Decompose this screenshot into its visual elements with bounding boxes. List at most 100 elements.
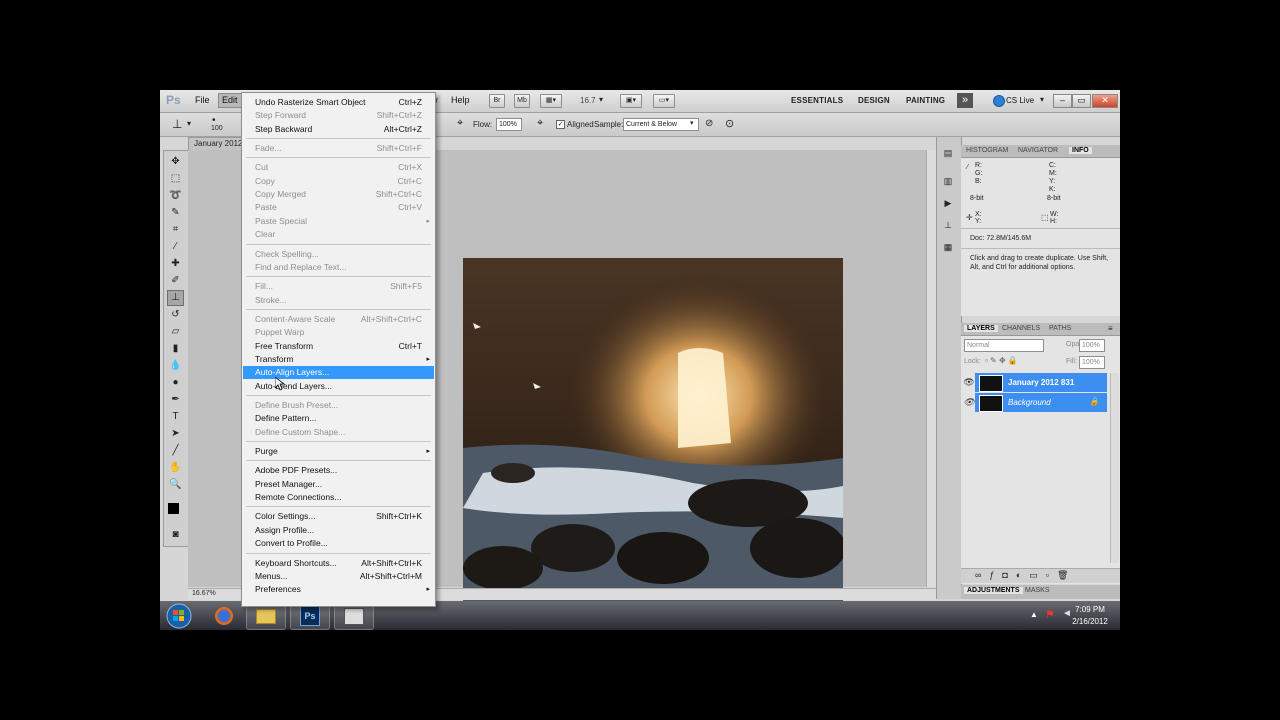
menu-edit[interactable]: Edit	[218, 93, 242, 108]
brush-tool-icon[interactable]: ✐	[168, 274, 183, 288]
eye-icon[interactable]: 👁	[963, 393, 975, 412]
layer-row[interactable]: 👁 January 2012 831	[963, 373, 1107, 392]
clone-stamp-tool-icon[interactable]: ⊥	[167, 290, 184, 306]
menu-item-keyboard-shortcuts[interactable]: Keyboard Shortcuts... Alt+Shift+Ctrl+K	[243, 557, 434, 570]
airbrush-icon[interactable]: ⌖	[457, 117, 463, 130]
firefox-icon[interactable]	[204, 603, 244, 630]
menu-item-preset-manager[interactable]: Preset Manager...	[243, 478, 434, 491]
zoom-tool-icon[interactable]: 🔍	[168, 478, 183, 492]
menu-item-copy-merged[interactable]: Copy Merged Shift+Ctrl+C	[243, 188, 434, 201]
layer-action-icons[interactable]: ∞ƒ◘◐▭▫🗑	[975, 570, 1076, 581]
crop-tool-icon[interactable]: ⌗	[168, 223, 183, 237]
ignore-adjustment-layers-icon[interactable]: ⊘	[705, 118, 713, 129]
blur-tool-icon[interactable]: 💧	[168, 359, 183, 373]
menu-item-clear[interactable]: Clear	[243, 228, 434, 241]
foreground-color-swatch[interactable]	[168, 503, 179, 514]
clock-time[interactable]: 7:09 PM	[1070, 605, 1110, 614]
tab-layers[interactable]: LAYERS	[964, 325, 998, 332]
clone-source-icon[interactable]: ⊥	[941, 219, 955, 232]
pressure-size-icon[interactable]: ⊙	[725, 117, 734, 130]
taskbar-app[interactable]	[334, 603, 374, 630]
restore-button[interactable]: ▭	[1072, 94, 1091, 108]
menu-item-find-and-replace-text[interactable]: Find and Replace Text...	[243, 261, 434, 274]
gradient-tool-icon[interactable]: ▮	[168, 342, 183, 356]
workspace-painting[interactable]: PAINTING	[906, 96, 945, 105]
fill-input[interactable]: 100%	[1079, 356, 1105, 369]
menu-help[interactable]: Help	[451, 95, 470, 105]
document-image[interactable]	[463, 258, 843, 601]
launch-mini-bridge-button[interactable]: Mb	[514, 94, 530, 108]
tab-channels[interactable]: CHANNELS	[1002, 325, 1040, 332]
tab-paths[interactable]: PATHS	[1049, 325, 1071, 332]
menu-item-preferences[interactable]: Preferences ▸	[243, 583, 434, 596]
cs-live-menu[interactable]: CS Live	[1006, 96, 1034, 105]
type-tool-icon[interactable]: T	[168, 410, 183, 424]
dodge-tool-icon[interactable]: ●	[168, 376, 183, 390]
minimize-button[interactable]: –	[1053, 94, 1072, 108]
taskbar-photoshop[interactable]: Ps	[290, 603, 330, 630]
tab-info[interactable]: INFO	[1069, 147, 1092, 154]
move-tool-icon[interactable]: ✥	[168, 155, 183, 169]
chevron-down-icon[interactable]: ▾	[690, 119, 694, 127]
tab-adjustments[interactable]: ADJUSTMENTS	[964, 587, 1023, 594]
menu-item-puppet-warp[interactable]: Puppet Warp	[243, 326, 434, 339]
clone-stamp-tool-icon[interactable]: ⊥	[172, 117, 182, 131]
menu-item-paste[interactable]: Paste Ctrl+V	[243, 201, 434, 214]
healing-brush-tool-icon[interactable]: ✚	[168, 257, 183, 271]
menu-item-copy[interactable]: Copy Ctrl+C	[243, 175, 434, 188]
layer-row[interactable]: 👁 Background 🔒	[963, 393, 1107, 412]
menu-item-auto-align-layers[interactable]: Auto-Align Layers...	[243, 366, 434, 380]
menu-item-step-forward[interactable]: Step Forward Shift+Ctrl+Z	[243, 109, 434, 122]
eyedropper-tool-icon[interactable]: ⁄	[168, 240, 183, 254]
sample-select[interactable]: Current & Below	[623, 118, 699, 131]
menu-item-define-custom-shape[interactable]: Define Custom Shape...	[243, 426, 434, 439]
more-workspaces-button[interactable]: »	[957, 93, 973, 108]
menu-item-check-spelling[interactable]: Check Spelling...	[243, 248, 434, 261]
screen-mode-button[interactable]: ▭▾	[653, 94, 675, 108]
menu-item-cut[interactable]: Cut Ctrl+X	[243, 161, 434, 174]
menu-item-menus[interactable]: Menus... Alt+Shift+Ctrl+M	[243, 570, 434, 583]
brush-presets-icon[interactable]: ▦	[941, 241, 955, 254]
history-brush-tool-icon[interactable]: ↺	[168, 308, 183, 322]
view-extras-button[interactable]: ▦▾	[540, 94, 562, 108]
tab-navigator[interactable]: NAVIGATOR	[1018, 147, 1058, 154]
lasso-tool-icon[interactable]: ➰	[168, 189, 183, 203]
chevron-down-icon[interactable]: ▾	[187, 119, 191, 128]
history-icon[interactable]: ▥	[941, 175, 955, 188]
actions-icon[interactable]: ▶	[941, 197, 955, 210]
shape-tool-icon[interactable]: ╱	[168, 444, 183, 458]
mini-bridge-icon[interactable]: ▤	[941, 147, 955, 160]
quick-selection-tool-icon[interactable]: ✎	[168, 206, 183, 220]
menu-item-free-transform[interactable]: Free Transform Ctrl+T	[243, 340, 434, 353]
start-button[interactable]	[162, 601, 196, 630]
show-hidden-icons[interactable]: ▲	[1030, 610, 1038, 619]
quick-mask-icon[interactable]: ◙	[168, 528, 183, 542]
action-center-icon[interactable]: ⚑	[1045, 608, 1055, 621]
airbrush-mode-icon[interactable]: ⌖	[537, 117, 543, 130]
path-selection-tool-icon[interactable]: ➤	[168, 427, 183, 441]
menu-file[interactable]: File	[195, 95, 210, 105]
menu-item-fill[interactable]: Fill... Shift+F5	[243, 280, 434, 293]
layers-scrollbar[interactable]	[1110, 373, 1119, 563]
tab-masks[interactable]: MASKS	[1025, 587, 1050, 594]
clock-date[interactable]: 2/16/2012	[1068, 617, 1112, 626]
menu-item-auto-blend-layers[interactable]: Auto-Blend Layers...	[243, 380, 434, 393]
menu-item-paste-special[interactable]: Paste Special ▸	[243, 215, 434, 228]
lock-icons[interactable]: ▫ ✎ ✥ 🔒	[985, 356, 1018, 365]
chevron-down-icon[interactable]: ▾	[1040, 95, 1044, 104]
zoom-level[interactable]: 16.7	[580, 96, 596, 105]
flow-input[interactable]: 100%	[496, 118, 522, 131]
panel-menu-icon[interactable]: ≡	[1108, 324, 1113, 333]
menu-item-transform[interactable]: Transform ▸	[243, 353, 434, 366]
eraser-tool-icon[interactable]: ▱	[168, 325, 183, 339]
explorer-icon[interactable]	[246, 603, 286, 630]
menu-item-fade[interactable]: Fade... Shift+Ctrl+F	[243, 142, 434, 155]
menu-item-undo-rasterize-smart-object[interactable]: Undo Rasterize Smart Object Ctrl+Z	[243, 96, 434, 109]
menu-item-adobe-pdf-presets[interactable]: Adobe PDF Presets...	[243, 464, 434, 477]
menu-item-define-pattern[interactable]: Define Pattern...	[243, 412, 434, 425]
hand-tool-icon[interactable]: ✋	[168, 461, 183, 475]
menu-item-stroke[interactable]: Stroke...	[243, 294, 434, 307]
menu-item-define-brush-preset[interactable]: Define Brush Preset...	[243, 399, 434, 412]
blend-mode-select[interactable]: Normal	[964, 339, 1044, 352]
tab-histogram[interactable]: HISTOGRAM	[966, 147, 1008, 154]
